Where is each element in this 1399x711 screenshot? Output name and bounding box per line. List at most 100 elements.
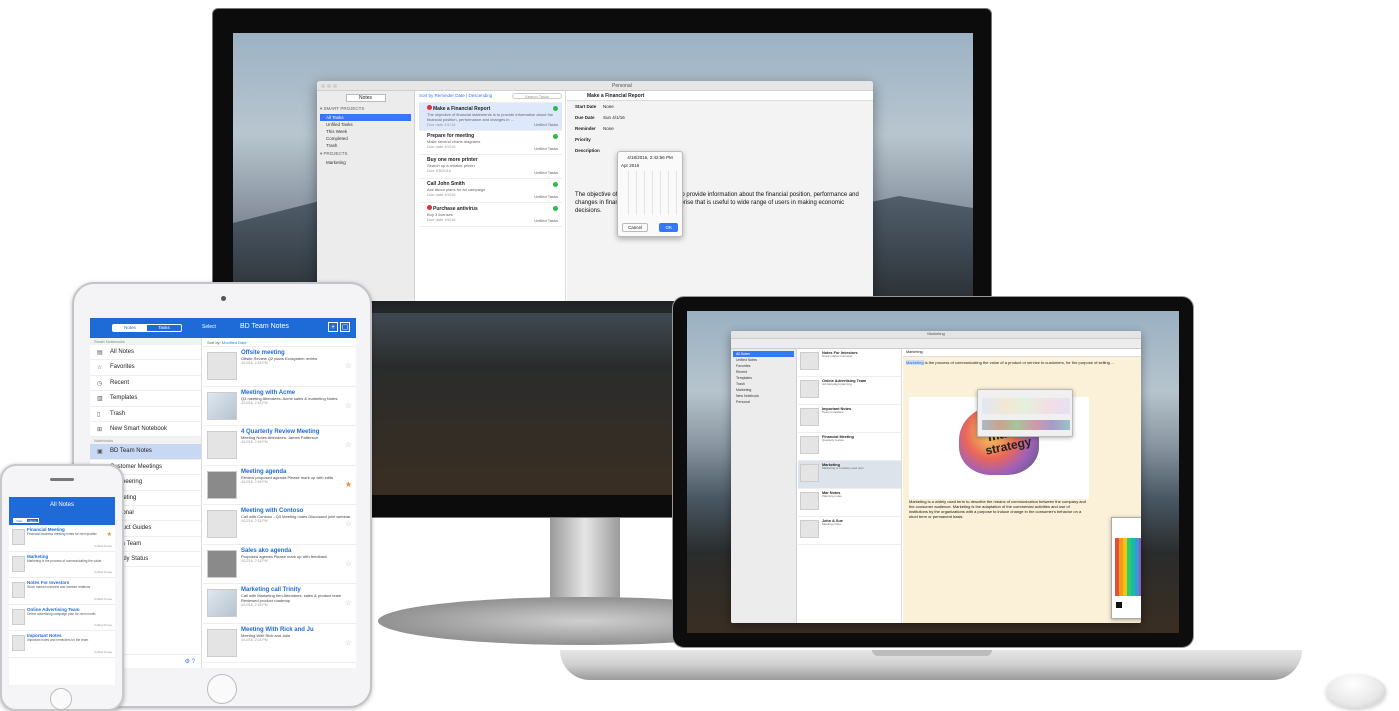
sidebar-item-trash[interactable]: ▯ Trash — [90, 407, 201, 422]
select-button[interactable]: Select — [202, 324, 216, 330]
camera-icon — [221, 296, 226, 301]
tab-tasks[interactable]: Tasks — [147, 325, 181, 331]
list-item[interactable]: Online Advertising Team Online advertisin… — [9, 605, 115, 631]
list-item[interactable]: Sales ako agenda Proposed agenda Please m… — [203, 545, 356, 584]
highlight-color-palette[interactable] — [977, 389, 1073, 437]
ok-button[interactable]: OK — [659, 223, 678, 232]
list-item[interactable]: Financial Meeting Quarterly review — [798, 433, 901, 461]
sidebar-item-templates[interactable]: ▥ Templates — [90, 391, 201, 407]
list-item[interactable]: Marketing Marketing is a widely used term — [798, 461, 901, 489]
detail-title[interactable]: Make a Financial Report — [567, 91, 873, 101]
favorite-star-icon[interactable]: ☆ — [345, 440, 352, 449]
complete-check-icon[interactable] — [553, 182, 558, 187]
list-item[interactable]: Marketing call Trinity Call with Marketin… — [203, 584, 356, 624]
note-thumbnail — [207, 391, 237, 420]
list-item[interactable]: Financial Meeting Financial business meet… — [9, 525, 115, 552]
sidebar-item-new-smart-notebook[interactable]: ⊞ New Smart Notebook — [90, 422, 201, 438]
sidebar-item-unfiled-tasks[interactable]: Unfiled Tasks — [320, 121, 411, 128]
field-reminder[interactable]: Reminder None — [567, 123, 873, 134]
field-start-date[interactable]: Start Date None — [567, 101, 873, 112]
muted-swatches[interactable] — [982, 420, 1070, 430]
laptop: Marketing All Notes Unfiled Notes Favori… — [672, 296, 1194, 648]
favorite-star-icon[interactable]: ☆ — [345, 559, 352, 568]
help-icon[interactable]: ? — [192, 659, 195, 665]
notes-tasks-toggle[interactable]: Notes — [345, 94, 386, 102]
pastel-swatches[interactable] — [982, 398, 1070, 414]
month-label[interactable]: Apr 2016 — [621, 163, 679, 168]
color-pencil-picker[interactable] — [1111, 517, 1141, 619]
current-color-swatch[interactable] — [1116, 602, 1122, 608]
notes-tasks-segmented-control[interactable]: Notes Tasks — [112, 324, 182, 332]
list-item[interactable]: Meeting with Contoso Call with Contoso - … — [203, 505, 356, 545]
compose-icon[interactable]: ▢ — [340, 322, 350, 332]
editor-title[interactable]: Marketing — [903, 349, 1141, 357]
settings-icon[interactable]: ⚙ — [185, 659, 190, 665]
favorite-star-icon[interactable]: ☆ — [345, 519, 352, 528]
list-item[interactable]: Important Notes Important notes and remin… — [9, 631, 115, 658]
task-row[interactable]: Buy one more printer Search up a reliabl… — [419, 155, 562, 179]
laptop-note-list: Notes For Investors Stock market overview… — [798, 349, 902, 623]
favorite-star-icon[interactable]: ☆ — [345, 401, 352, 410]
field-priority[interactable]: Priority — [567, 134, 873, 145]
complete-check-icon[interactable] — [553, 206, 558, 211]
datetime-field[interactable]: 4/18/2016, 2:42:56 PM — [621, 155, 679, 160]
field-due-date[interactable]: Due Date Sun 4/1/16 — [567, 112, 873, 123]
projects-header[interactable]: ▾ PROJECTS — [320, 151, 411, 157]
editor-body[interactable]: Marketing is a widely used term to descr… — [909, 499, 1089, 519]
list-item[interactable]: Meeting agenda Review proposed agenda Ple… — [203, 466, 356, 505]
complete-check-icon[interactable] — [553, 134, 558, 139]
task-row[interactable]: Make a Financial Report The objective of… — [419, 103, 562, 131]
favorite-star-icon[interactable]: ★ — [107, 531, 112, 538]
pencil-swatches[interactable] — [1115, 538, 1141, 596]
favorite-star-icon[interactable]: ☆ — [345, 638, 352, 647]
sidebar-item-completed[interactable]: Completed — [320, 135, 411, 142]
sidebar-item-favorites[interactable]: ☆ Favorites — [90, 360, 201, 376]
task-row[interactable]: Prepare for meeting Make several charts … — [419, 131, 562, 155]
task-search-input[interactable]: Search Tasks — [512, 93, 562, 99]
list-item[interactable]: Meeting With Rick and Ju Meeting With Ric… — [203, 624, 356, 663]
tab-name[interactable]: Name — [26, 518, 39, 523]
list-item[interactable]: Meeting with Acme Q3 meeting Attendees: A… — [203, 387, 356, 426]
sidebar-item-recent[interactable]: ◷ Recent — [90, 376, 201, 392]
note-thumbnail — [207, 470, 237, 499]
sidebar-item-marketing[interactable]: Marketing — [320, 159, 411, 166]
list-item[interactable]: Important Notes Team reminders — [798, 405, 901, 433]
task-row[interactable]: Call John Smith Ask about plans for ad c… — [419, 179, 562, 203]
window-controls[interactable] — [321, 84, 339, 90]
complete-check-icon[interactable] — [553, 106, 558, 111]
list-item[interactable]: John & Sue Meeting notes — [798, 517, 901, 545]
list-item[interactable]: Offsite meeting Offsite Review Q2 plans E… — [203, 347, 356, 387]
task-row[interactable]: Purchase antivirus Buy 3 licenses Due da… — [419, 203, 562, 227]
laptop-toolbar[interactable] — [731, 339, 1141, 349]
note-thumbnail — [800, 408, 819, 426]
list-item[interactable]: Marketing Marketing is the process of com… — [9, 552, 115, 578]
cancel-button[interactable]: Cancel — [622, 223, 649, 232]
smart-projects-header[interactable]: ▾ SMART PROJECTS — [320, 106, 411, 112]
list-item[interactable]: Notes For Investors Stock market overview… — [9, 578, 115, 605]
add-icon[interactable]: + — [328, 322, 338, 332]
favorite-star-icon[interactable]: ☆ — [345, 361, 352, 370]
list-item[interactable]: 4 Quarterly Review Meeting Meeting Notes … — [203, 426, 356, 466]
tab-date[interactable]: Date — [13, 518, 26, 523]
order-button[interactable]: Descending — [468, 93, 492, 98]
sidebar-item-all-notes[interactable]: ▤ All Notes — [90, 345, 201, 361]
favorite-star-icon[interactable]: ★ — [345, 480, 352, 489]
note-thumbnail — [207, 628, 237, 657]
sidebar-item-trash[interactable]: Trash — [320, 142, 411, 149]
sidebar-item-this-week[interactable]: This Week — [320, 128, 411, 135]
list-item[interactable]: Notes For Investors Stock market overview — [798, 349, 901, 377]
sort-segmented-control[interactable]: Date Name — [9, 517, 115, 525]
sidebar-item[interactable]: Personal — [733, 399, 794, 405]
tab-notes[interactable]: Notes — [113, 325, 147, 331]
list-item[interactable]: Online Advertising Team Ad campaign plann… — [798, 377, 901, 405]
editor-intro[interactable]: Marketing is the process of communicatin… — [903, 357, 1141, 368]
sidebar-item-all-tasks[interactable]: All Tasks — [320, 114, 411, 121]
sort-by-button[interactable]: Sort by Reminder Date — [419, 93, 465, 98]
favorite-star-icon[interactable]: ☆ — [345, 598, 352, 607]
clock-icon: ◷ — [97, 380, 103, 387]
smart-notebooks-header: Smart Notebooks — [90, 338, 201, 345]
sidebar-item-bd-team-notes[interactable]: ▣ BD Team Notes — [90, 444, 201, 460]
sort-bar[interactable]: Sort by: Modified Date — [203, 338, 356, 347]
list-item[interactable]: Mar Notes Planning notes — [798, 489, 901, 517]
calendar-grid[interactable] — [621, 171, 679, 215]
